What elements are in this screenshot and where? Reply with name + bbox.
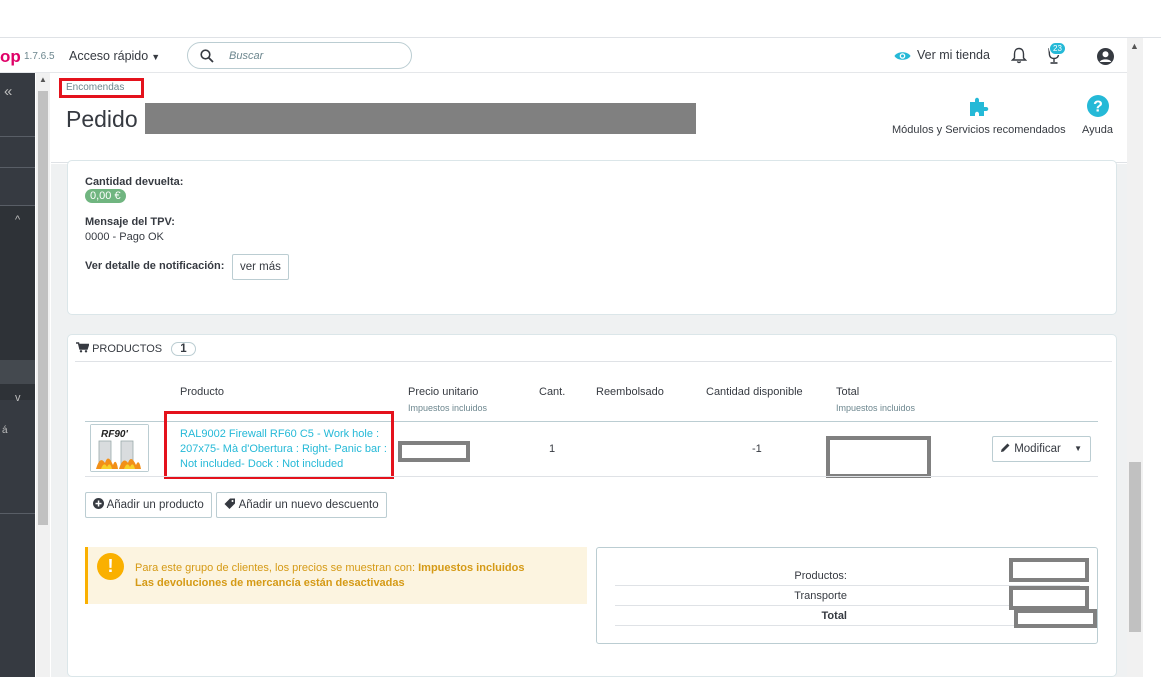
annotation-highlight-box xyxy=(164,411,394,479)
collapse-sidebar-icon[interactable]: « xyxy=(4,83,12,100)
cart-icon xyxy=(76,342,90,353)
scrollbar-thumb[interactable] xyxy=(38,91,48,525)
plus-circle-icon xyxy=(93,498,104,509)
annotation-highlight-box xyxy=(59,78,144,98)
sidebar: « ^ v á xyxy=(0,73,35,677)
returned-amount-badge: 0,00 € xyxy=(85,189,126,203)
pencil-icon xyxy=(1001,443,1010,452)
sidebar-divider xyxy=(0,513,35,514)
page-title: Pedido xyxy=(66,106,138,132)
redacted-total xyxy=(826,436,931,478)
sidebar-divider xyxy=(0,136,35,137)
col-total-sub: Impuestos incluidos xyxy=(836,403,916,413)
help-label: Ayuda xyxy=(1082,124,1113,136)
puzzle-icon xyxy=(969,97,989,116)
redacted-shipping xyxy=(1009,586,1089,610)
caret-down-icon: ▼ xyxy=(1074,444,1082,453)
col-available: Cantidad disponible xyxy=(706,386,803,398)
totals-total-label: Total xyxy=(821,610,847,622)
search-input[interactable]: Buscar xyxy=(187,42,412,69)
add-product-button[interactable]: Añadir un producto xyxy=(85,492,212,518)
row-available: -1 xyxy=(752,443,762,455)
caret-down-icon: ▼ xyxy=(151,52,161,62)
tpv-message-value: 0000 - Pago OK xyxy=(85,231,164,243)
divider xyxy=(75,361,1112,362)
product-thumbnail-text: RF90' xyxy=(101,429,128,440)
search-placeholder: Buscar xyxy=(229,50,264,62)
alert-line1-bold: Impuestos incluidos xyxy=(418,562,525,574)
add-discount-label: Añadir un nuevo descuento xyxy=(238,499,379,511)
top-header: op 1.7.6.5 Acceso rápido ▼ Buscar Ver mi … xyxy=(0,38,1127,73)
notification-detail-label: Ver detalle de notificación: xyxy=(85,260,225,272)
bell-icon[interactable] xyxy=(1011,47,1027,64)
see-more-button[interactable]: ver más xyxy=(232,254,289,280)
products-header: PRODUCTOS 1 xyxy=(76,342,196,356)
redacted-products-total xyxy=(1009,558,1089,582)
col-qty: Cant. xyxy=(539,386,566,398)
view-shop-link[interactable]: Ver mi tienda xyxy=(894,48,990,62)
row-qty: 1 xyxy=(549,443,556,455)
col-unit-price: Precio unitario xyxy=(408,386,479,398)
sidebar-divider xyxy=(0,167,35,168)
view-shop-label: Ver mi tienda xyxy=(917,48,990,62)
warning-icon: ! xyxy=(97,553,124,580)
eye-icon xyxy=(894,52,911,60)
notifications-badge: 23 xyxy=(1049,42,1066,55)
chevron-down-icon[interactable]: v xyxy=(15,392,21,404)
products-count-badge: 1 xyxy=(171,342,196,356)
scroll-up-arrow-icon[interactable]: ▲ xyxy=(1130,41,1139,51)
modules-button[interactable]: Módulos y Servicios recomendados xyxy=(892,94,1066,136)
logo[interactable]: op xyxy=(0,47,21,67)
add-discount-button[interactable]: Añadir un nuevo descuento xyxy=(216,492,387,518)
payment-card xyxy=(67,160,1117,315)
chevron-up-icon[interactable]: ^ xyxy=(15,214,20,226)
modify-label: Modificar xyxy=(1014,443,1061,455)
sidebar-text-fragment: á xyxy=(2,425,8,436)
col-refunded: Reembolsado xyxy=(596,386,664,398)
search-icon xyxy=(200,49,214,63)
redacted-block xyxy=(145,103,696,134)
alert-line1-prefix: Para este grupo de clientes, los precios… xyxy=(135,562,416,574)
browser-top-strip xyxy=(0,0,1161,38)
warning-alert: ! Para este grupo de clientes, los preci… xyxy=(85,547,587,604)
redacted-unit-price xyxy=(398,441,470,462)
modify-product-dropdown[interactable]: Modificar ▼ xyxy=(992,436,1091,462)
sidebar-scrollbar[interactable]: ▲ xyxy=(36,73,50,677)
help-button[interactable]: ? Ayuda xyxy=(1082,94,1113,136)
version-label: 1.7.6.5 xyxy=(24,51,55,62)
tpv-message-label: Mensaje del TPV: xyxy=(85,216,175,228)
page-header: Encomendas Pedido Módulos y Servicios re… xyxy=(51,74,1127,163)
quick-access-dropdown[interactable]: Acceso rápido ▼ xyxy=(69,49,160,63)
returned-amount-label: Cantidad devuelta: xyxy=(85,176,184,188)
tag-icon xyxy=(224,498,235,509)
product-thumbnail: RF90' xyxy=(90,424,149,472)
col-unit-price-sub: Impuestos incluidos xyxy=(408,403,488,413)
scroll-up-arrow-icon[interactable]: ▲ xyxy=(39,75,47,84)
alert-line2: Las devoluciones de mercancía están desa… xyxy=(135,577,405,589)
page-scrollbar[interactable]: ▲ xyxy=(1127,38,1143,677)
row-divider xyxy=(85,476,1098,477)
user-avatar-icon[interactable] xyxy=(1096,47,1115,66)
scrollbar-thumb[interactable] xyxy=(1129,462,1141,632)
sidebar-item-orders[interactable] xyxy=(0,360,35,384)
add-product-label: Añadir un producto xyxy=(106,499,204,511)
svg-text:?: ? xyxy=(1093,99,1103,116)
col-total: Total xyxy=(836,386,860,398)
totals-shipping-label: Transporte xyxy=(794,590,847,602)
quick-access-label: Acceso rápido xyxy=(69,49,149,63)
redacted-grand-total xyxy=(1014,609,1097,628)
modules-label: Módulos y Servicios recomendados xyxy=(892,124,1066,136)
help-icon: ? xyxy=(1086,95,1109,117)
totals-products-label: Productos: xyxy=(794,570,847,582)
products-title: PRODUCTOS xyxy=(92,343,163,355)
col-product: Producto xyxy=(180,386,225,398)
